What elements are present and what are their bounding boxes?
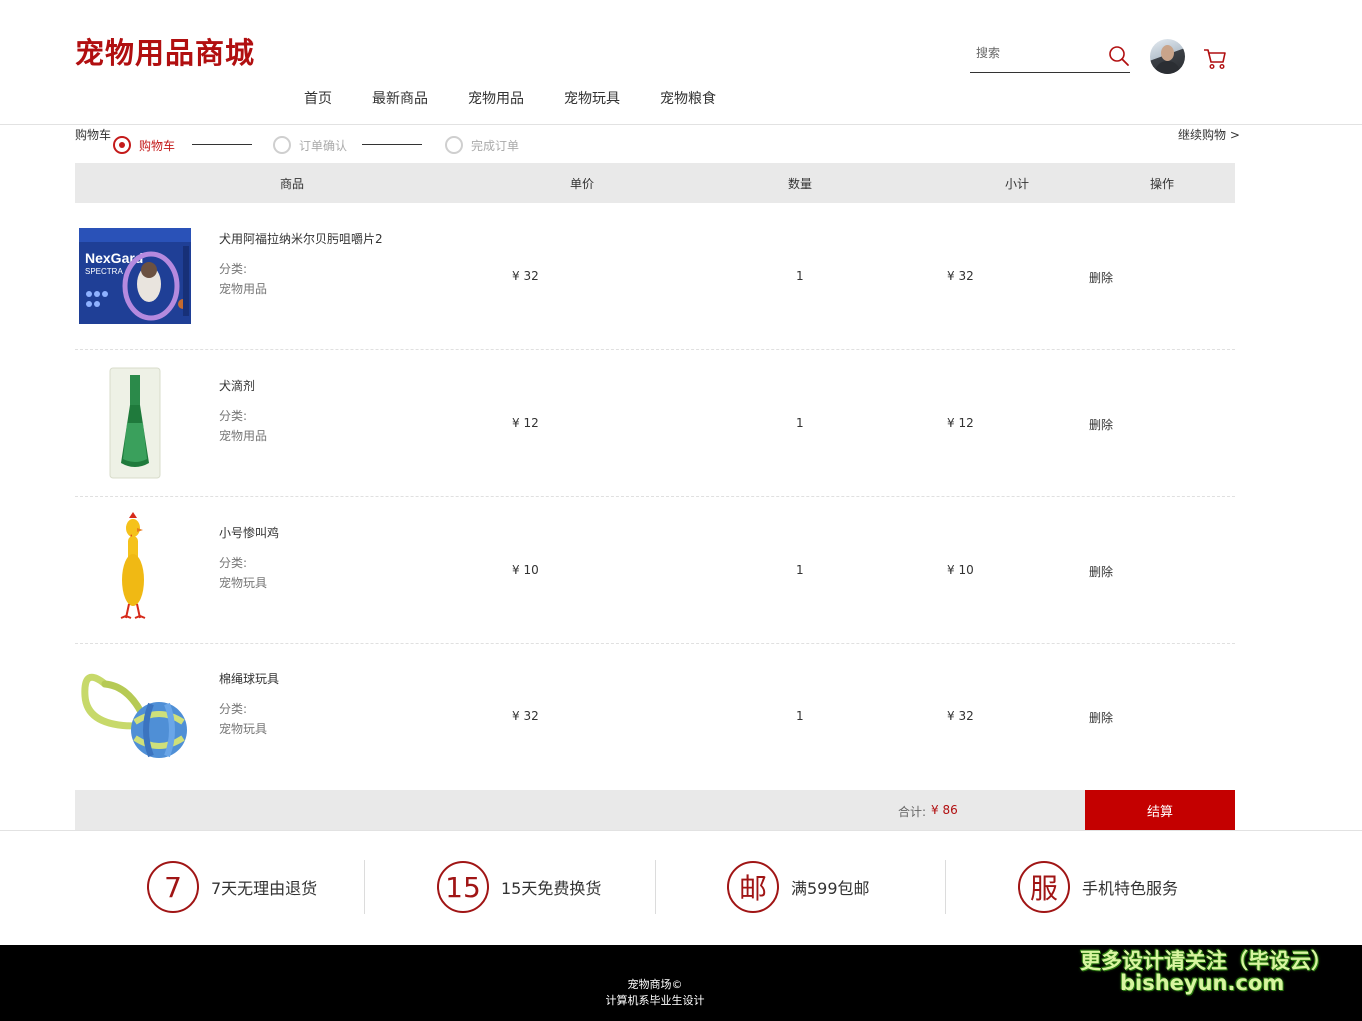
service-divider: [945, 860, 946, 914]
step-order-confirm: 订单确认: [273, 136, 347, 154]
category-label: 分类:: [219, 702, 248, 716]
watermark-url: bisheyun.com: [1120, 971, 1285, 995]
total-label: 合计:: [898, 805, 927, 819]
col-header-action: 操作: [1150, 177, 1175, 191]
nav-item-pet-food[interactable]: 宠物粮食: [660, 88, 716, 108]
cart-row: 小号惨叫鸡 分类: 宠物玩具 ¥ 10 1 ¥ 10 删除: [75, 497, 1235, 644]
col-header-product: 商品: [280, 177, 305, 191]
step-inactive-icon: [445, 136, 463, 154]
summary-divider: [0, 830, 1362, 831]
service-15day-exchange: 15 15天免费换货: [437, 861, 601, 913]
header-divider: [0, 124, 1362, 125]
search-box: [970, 40, 1130, 73]
avatar-body: [1155, 61, 1180, 74]
breadcrumb: 购物车: [75, 128, 112, 142]
product-image[interactable]: NexGard SPECTRA: [75, 216, 195, 336]
category-label: 分类:: [219, 262, 248, 276]
quantity: 1: [796, 269, 804, 283]
step-active-icon: [113, 136, 131, 154]
service-free-shipping: 邮 满599包邮: [727, 861, 870, 913]
quantity: 1: [796, 563, 804, 577]
svg-text:SPECTRA: SPECTRA: [85, 267, 123, 276]
nav-item-home[interactable]: 首页: [304, 88, 332, 108]
product-category: 宠物玩具: [219, 722, 268, 736]
return-badge-icon: 7: [147, 861, 199, 913]
cart-row: NexGard SPECTRA 犬用阿福拉纳米尔贝肟咀嚼片2 分类: 宠物用品 …: [75, 203, 1235, 350]
step-connector: [192, 144, 252, 145]
step-connector: [362, 144, 422, 145]
service-text: 7天无理由退货: [211, 879, 318, 898]
delete-button[interactable]: 删除: [1089, 563, 1113, 580]
step-label: 完成订单: [471, 138, 520, 153]
col-header-price: 单价: [570, 177, 595, 191]
product-name[interactable]: 犬用阿福拉纳米尔贝肟咀嚼片2: [219, 230, 383, 247]
service-text: 手机特色服务: [1082, 879, 1179, 898]
continue-shopping-link[interactable]: 继续购物 >: [1178, 126, 1240, 143]
nav-item-pet-supplies[interactable]: 宠物用品: [468, 88, 524, 108]
cart-icon[interactable]: [1203, 48, 1227, 70]
product-image[interactable]: [75, 656, 195, 776]
shipping-badge-icon: 邮: [727, 861, 779, 913]
delete-button[interactable]: 删除: [1089, 709, 1113, 726]
service-text: 15天免费换货: [501, 879, 602, 898]
delete-button[interactable]: 删除: [1089, 269, 1113, 286]
product-category: 宠物玩具: [219, 576, 268, 590]
service-divider: [655, 860, 656, 914]
step-label: 订单确认: [299, 138, 348, 153]
footer-copyright: 宠物商场©: [627, 978, 683, 991]
checkout-button[interactable]: 结算: [1085, 790, 1235, 830]
col-header-qty: 数量: [788, 177, 813, 191]
unit-price: ¥ 32: [512, 269, 539, 283]
subtotal: ¥ 12: [947, 416, 974, 430]
nav-item-pet-toys[interactable]: 宠物玩具: [564, 88, 620, 108]
search-icon[interactable]: [1108, 45, 1130, 67]
product-name[interactable]: 棉绳球玩具: [219, 670, 279, 687]
unit-price: ¥ 32: [512, 709, 539, 723]
service-mobile: 服 手机特色服务: [1018, 861, 1178, 913]
nav-item-new-products[interactable]: 最新商品: [372, 88, 428, 108]
delete-button[interactable]: 删除: [1089, 416, 1113, 433]
exchange-badge-icon: 15: [437, 861, 489, 913]
unit-price: ¥ 10: [512, 563, 539, 577]
quantity: 1: [796, 416, 804, 430]
avatar-face: [1161, 45, 1174, 61]
service-text: 满599包邮: [791, 879, 870, 898]
step-inactive-icon: [273, 136, 291, 154]
site-footer: 宠物商场© 计算机系毕业生设计 更多设计请关注（毕设云） bisheyun.co…: [0, 945, 1362, 1021]
product-category: 宠物用品: [219, 429, 268, 443]
unit-price: ¥ 12: [512, 416, 539, 430]
cart-summary-bar: 合计: ¥ 86 结算: [75, 790, 1235, 830]
footer-credit: 计算机系毕业生设计: [605, 994, 705, 1007]
product-name[interactable]: 犬滴剂: [219, 377, 255, 394]
subtotal: ¥ 10: [947, 563, 974, 577]
search-input[interactable]: [976, 42, 1096, 64]
cart-row: 棉绳球玩具 分类: 宠物玩具 ¥ 32 1 ¥ 32 删除: [75, 643, 1235, 790]
service-divider: [364, 860, 365, 914]
service-badge-icon: 服: [1018, 861, 1070, 913]
step-label: 购物车: [139, 138, 176, 153]
subtotal: ¥ 32: [947, 709, 974, 723]
step-cart: 购物车: [113, 136, 175, 154]
product-image[interactable]: [75, 510, 195, 630]
product-category: 宠物用品: [219, 282, 268, 296]
quantity: 1: [796, 709, 804, 723]
site-logo[interactable]: 宠物用品商城: [75, 30, 255, 72]
category-label: 分类:: [219, 556, 248, 570]
product-name[interactable]: 小号惨叫鸡: [219, 524, 279, 541]
total-value: ¥ 86: [931, 803, 958, 817]
cart-row: 犬滴剂 分类: 宠物用品 ¥ 12 1 ¥ 12 删除: [75, 350, 1235, 497]
cart-table-header: 商品 单价 数量 小计 操作: [75, 163, 1235, 203]
main-nav: 首页 最新商品 宠物用品 宠物玩具 宠物粮食: [0, 88, 1362, 110]
product-image[interactable]: [75, 363, 195, 483]
user-avatar[interactable]: [1150, 39, 1185, 74]
step-complete: 完成订单: [445, 136, 519, 154]
subtotal: ¥ 32: [947, 269, 974, 283]
service-7day-return: 7 7天无理由退货: [147, 861, 317, 913]
col-header-subtotal: 小计: [1005, 177, 1030, 191]
category-label: 分类:: [219, 409, 248, 423]
